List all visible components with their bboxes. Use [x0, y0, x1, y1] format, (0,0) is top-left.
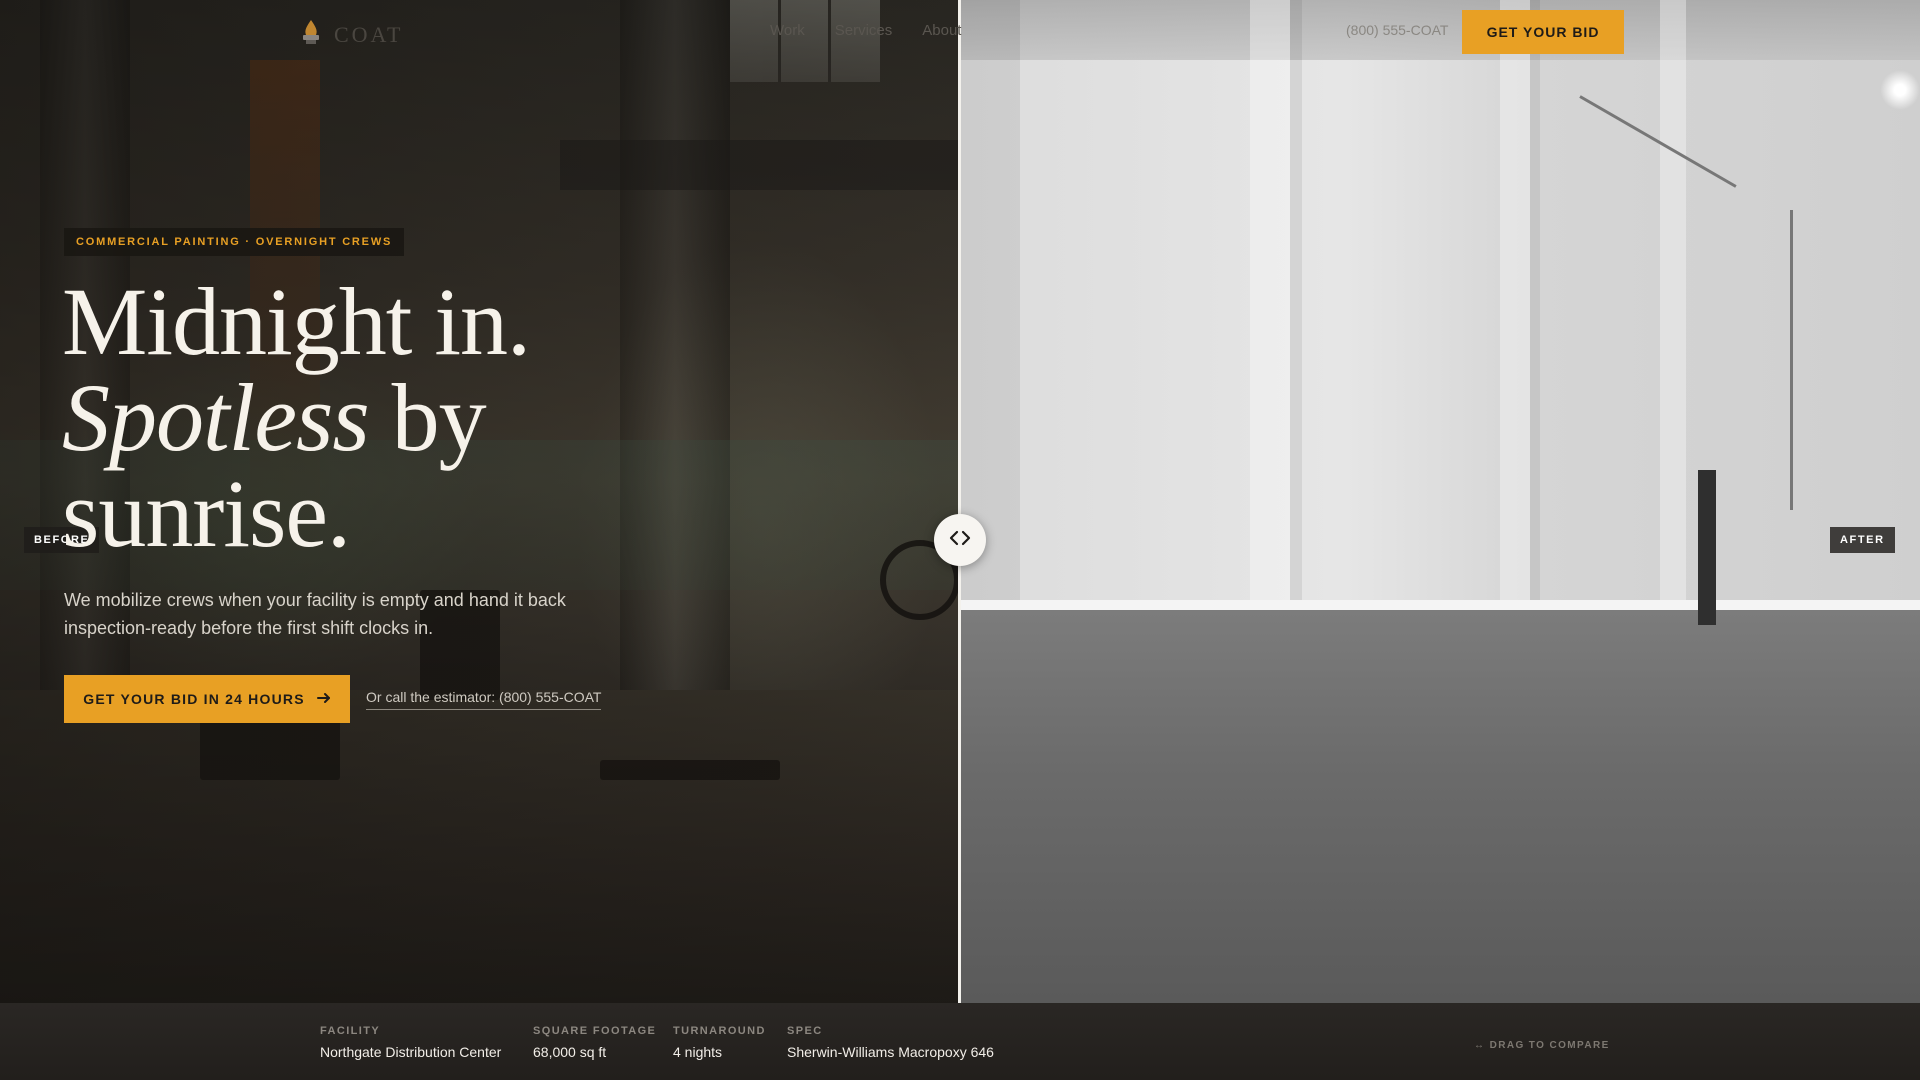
hero-headline: Midnight in. Spotless by sunrise.	[62, 274, 702, 562]
nav-item-about[interactable]: About	[922, 22, 961, 39]
spec-value: 4 nights	[673, 1044, 723, 1060]
pipe	[1790, 210, 1793, 510]
after-label: AFTER	[1830, 527, 1895, 553]
wall-pillar-shadow	[1290, 0, 1302, 700]
spec-square-footage: SQUARE FOOTAGE 68,000 sq ft	[533, 1025, 656, 1060]
wall-pillar	[1500, 0, 1530, 700]
headline-line-3: sunrise.	[62, 460, 351, 567]
get-bid-24h-button[interactable]: GET YOUR BID IN 24 HOURS	[64, 675, 350, 723]
header-phone-link[interactable]: (800) 555-COAT	[1346, 22, 1448, 38]
spec-value: Northgate Distribution Center	[320, 1044, 502, 1060]
clean-floor	[960, 610, 1920, 1003]
doorway	[1698, 470, 1716, 625]
logo[interactable]: COAT	[298, 18, 403, 51]
nav-item-work[interactable]: Work	[770, 22, 805, 39]
spec-turnaround: TURNAROUND 4 nights	[673, 1025, 766, 1060]
wall-pillar	[1250, 0, 1290, 700]
spec-label: SQUARE FOOTAGE	[533, 1025, 657, 1037]
cta-hero-label: GET YOUR BID IN 24 HOURS	[83, 691, 305, 707]
brush-flame-icon	[298, 18, 324, 51]
site-header: COAT Work Services About (800) 555-COAT …	[0, 0, 1920, 64]
drag-to-compare-hint: ↔ DRAG TO COMPARE	[1474, 1040, 1610, 1051]
headline-line-1: Midnight in.	[62, 268, 531, 375]
spec-value: Sherwin-Williams Macropoxy 646	[787, 1044, 994, 1060]
after-image	[960, 0, 1920, 1003]
chevrons-left-right-icon	[949, 529, 971, 552]
comparison-divider[interactable]	[958, 0, 961, 1003]
spec-label: FACILITY	[320, 1025, 381, 1037]
headline-line-2-rest: by	[368, 364, 487, 471]
spec-label: SPEC	[787, 1025, 823, 1037]
brand-name: COAT	[334, 21, 404, 47]
comparison-handle[interactable]	[934, 514, 986, 566]
headline-italic-word: Spotless	[62, 364, 370, 471]
ceiling-light	[1880, 70, 1920, 110]
wall-pillar	[1660, 0, 1686, 700]
main-nav: Work Services About	[770, 22, 961, 39]
spec-facility: FACILITY Northgate Distribution Center	[320, 1025, 501, 1060]
spec-label: TURNAROUND	[673, 1025, 766, 1037]
call-estimator-link[interactable]: Or call the estimator: (800) 555-COAT	[366, 689, 602, 710]
get-bid-button[interactable]: GET YOUR BID	[1462, 10, 1624, 54]
wall-pillar-shadow	[1530, 0, 1540, 700]
baseboard	[960, 600, 1920, 610]
pipe	[1579, 95, 1737, 188]
spec-value: 68,000 sq ft	[533, 1044, 607, 1060]
hero-eyebrow: COMMERCIAL PAINTING · OVERNIGHT CREWS	[64, 228, 405, 256]
hero-subtext: We mobilize crews when your facility is …	[64, 590, 566, 638]
arrow-right-icon	[316, 691, 331, 707]
nav-item-services[interactable]: Services	[835, 22, 893, 39]
project-info-bar: FACILITY Northgate Distribution Center S…	[0, 1003, 1920, 1080]
spec-paint: SPEC Sherwin-Williams Macropoxy 646	[787, 1025, 994, 1060]
wall-shadow	[960, 0, 1020, 700]
